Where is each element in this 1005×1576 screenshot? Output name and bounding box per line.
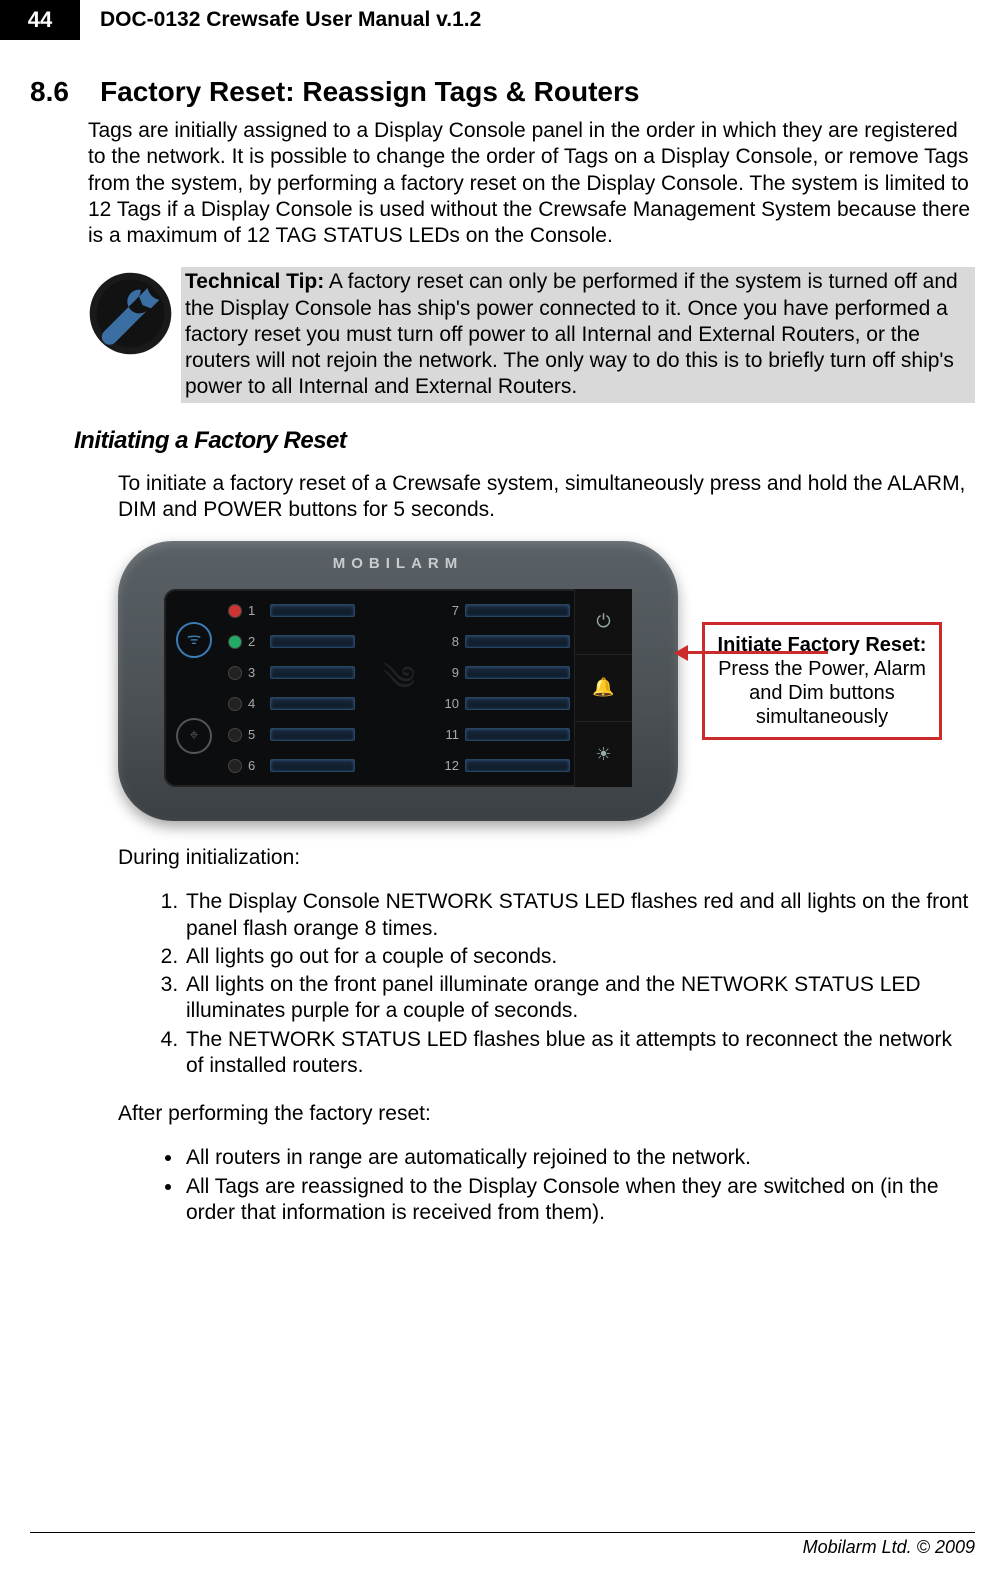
technical-tip: Technical Tip: A factory reset can only … — [88, 267, 975, 402]
led-row-4: 4 — [228, 696, 355, 711]
led-col-left: 1 2 3 4 5 6 — [228, 603, 355, 773]
led-row-8: 8 — [443, 634, 570, 649]
led-row-12: 12 — [443, 758, 570, 773]
section-heading: 8.6 Factory Reset: Reassign Tags & Route… — [30, 76, 975, 108]
page-header: 44 DOC-0132 Crewsafe User Manual v.1.2 — [0, 0, 1005, 40]
section-number: 8.6 — [30, 76, 69, 107]
led-area: 1 2 3 4 5 6 ༄ 7 8 9 10 11 12 — [224, 589, 574, 787]
tip-box: Technical Tip: A factory reset can only … — [181, 267, 975, 402]
led-row-7: 7 — [443, 603, 570, 618]
dim-button-icon: ☀ — [575, 722, 632, 787]
page-footer: Mobilarm Ltd. © 2009 — [30, 1532, 975, 1558]
panel-right-buttons: ⏻ 🔔 ☀ — [574, 589, 632, 787]
alarm-button-icon: 🔔 — [575, 655, 632, 721]
during-list: The Display Console NETWORK STATUS LED f… — [158, 889, 975, 1079]
led-row-1: 1 — [228, 603, 355, 618]
after-label: After performing the factory reset: — [118, 1101, 975, 1127]
power-button-icon: ⏻ — [575, 589, 632, 655]
panel-center-icon: ༄ — [369, 603, 429, 773]
page-number: 44 — [0, 0, 80, 40]
callout-text: Press the Power, Alarm and Dim buttons s… — [715, 657, 929, 729]
led-row-11: 11 — [443, 727, 570, 742]
section-title-text: Factory Reset: Reassign Tags & Routers — [100, 76, 639, 107]
callout-box: Initiate Factory Reset: Press the Power,… — [702, 622, 942, 740]
during-label: During initialization: — [118, 845, 975, 871]
tip-label: Technical Tip: — [185, 270, 324, 293]
during-item-3: All lights on the front panel illuminate… — [184, 972, 975, 1025]
led-col-right: 7 8 9 10 11 12 — [443, 603, 570, 773]
device-panel: ᯤ ⌖ 1 2 3 4 5 6 ༄ — [164, 589, 632, 787]
led-row-9: 9 — [443, 665, 570, 680]
after-list: All routers in range are automatically r… — [158, 1145, 975, 1226]
net-icon: ᯤ — [176, 622, 212, 658]
led-row-10: 10 — [443, 696, 570, 711]
intro-paragraph: Tags are initially assigned to a Display… — [88, 118, 975, 249]
device-brand-label: MOBILARM — [333, 555, 464, 572]
document-title: DOC-0132 Crewsafe User Manual v.1.2 — [80, 0, 481, 40]
led-row-6: 6 — [228, 758, 355, 773]
led-row-2: 2 — [228, 634, 355, 649]
after-item-2: All Tags are reassigned to the Display C… — [184, 1174, 975, 1227]
led-row-5: 5 — [228, 727, 355, 742]
initiate-paragraph: To initiate a factory reset of a Crewsaf… — [118, 471, 975, 524]
during-item-4: The NETWORK STATUS LED flashes blue as i… — [184, 1027, 975, 1080]
wrench-icon — [88, 271, 173, 356]
after-item-1: All routers in range are automatically r… — [184, 1145, 975, 1171]
led-row-3: 3 — [228, 665, 355, 680]
during-item-2: All lights go out for a couple of second… — [184, 944, 975, 970]
panel-left-icons: ᯤ ⌖ — [164, 589, 224, 787]
device-figure: MOBILARM ᯤ ⌖ 1 2 3 4 5 — [118, 541, 975, 821]
during-item-1: The Display Console NETWORK STATUS LED f… — [184, 889, 975, 942]
callout-arrow — [678, 651, 828, 654]
display-console-image: MOBILARM ᯤ ⌖ 1 2 3 4 5 — [118, 541, 678, 821]
gps-icon: ⌖ — [176, 718, 212, 754]
subsection-heading: Initiating a Factory Reset — [74, 427, 975, 455]
